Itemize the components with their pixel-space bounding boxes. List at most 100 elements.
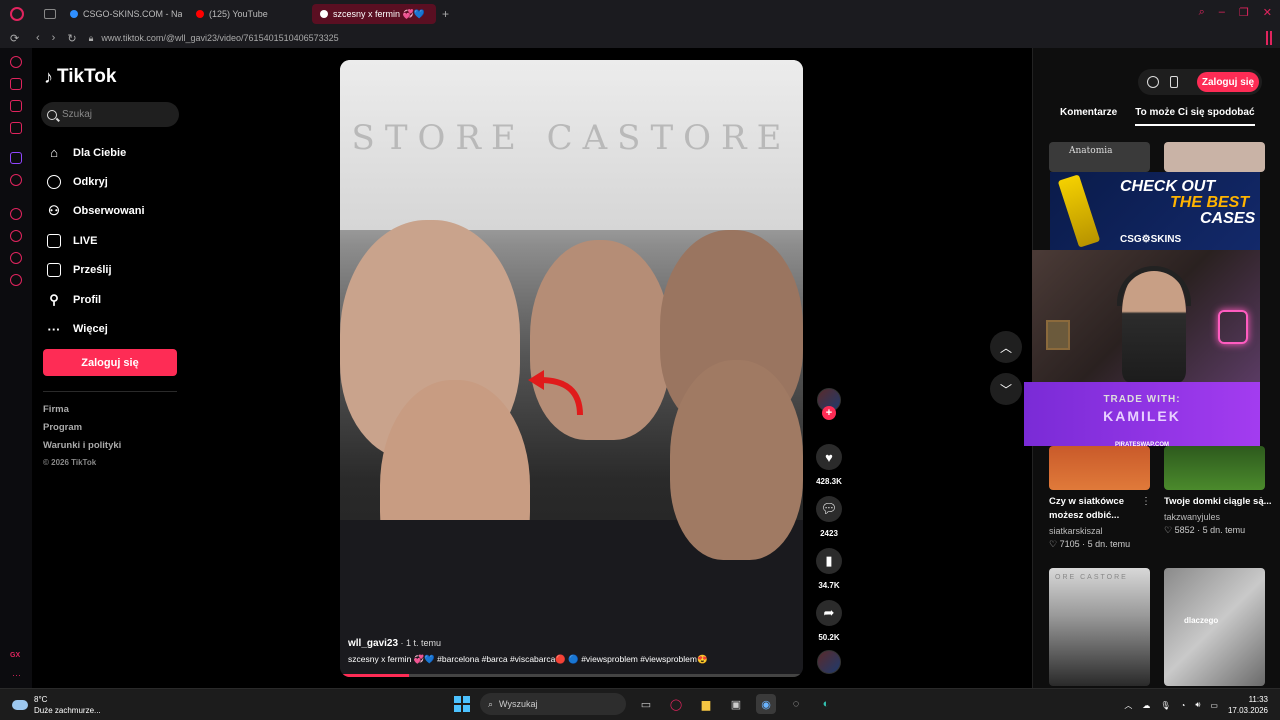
tray-chevron-icon[interactable]: ︿ xyxy=(1124,700,1132,711)
heart-outline-icon: ♡ xyxy=(1164,525,1173,535)
footer-links: Firma Program Warunki i polityki © 2026 … xyxy=(43,404,121,476)
windows-start-icon[interactable] xyxy=(454,696,470,712)
share-count: 50.2K xyxy=(818,633,840,642)
edge-icon[interactable]: ◐ xyxy=(816,694,836,714)
share-action[interactable]: ➦ 50.2K xyxy=(812,600,846,642)
opera-sidebar: GX ··· xyxy=(0,48,32,688)
sidebar-item-profil[interactable]: ⚲ Profil xyxy=(46,285,145,314)
video-author[interactable]: wll_gavi23 xyxy=(348,638,398,649)
cloud-sync-icon[interactable]: ☁ xyxy=(1142,701,1150,710)
save-count: 34.7K xyxy=(818,581,840,590)
card-menu-icon[interactable]: ⋮ xyxy=(1256,496,1266,507)
follow-plus-icon[interactable]: + xyxy=(822,406,836,420)
next-video-button[interactable]: ﹀ xyxy=(990,373,1022,405)
video-player[interactable]: STORE CASTORE wll_gavi23 · 1 t. temu szc… xyxy=(340,60,803,677)
extensions-icon[interactable] xyxy=(10,252,22,264)
comment-action[interactable]: 💬︎ 2423 xyxy=(812,496,846,538)
chevron-down-icon: ﹀ xyxy=(999,382,1012,397)
mic-icon[interactable]: 🎙︎ xyxy=(1160,701,1170,710)
tab-youtube[interactable]: (125) YouTube xyxy=(188,4,306,24)
upload-icon xyxy=(46,262,62,278)
logo-text: TikTok xyxy=(57,66,117,87)
workspaces-icon[interactable] xyxy=(44,9,56,19)
tab-csgo-skins[interactable]: CSGO-SKINS.COM - Najle xyxy=(62,4,182,24)
maximize-icon[interactable]: ❐ xyxy=(1239,6,1249,19)
reload-icon[interactable]: ↻ xyxy=(67,32,76,45)
thumbnail-volleyball[interactable] xyxy=(1049,446,1150,490)
compass-icon[interactable] xyxy=(1147,76,1159,88)
shopping-icon[interactable] xyxy=(10,78,22,90)
steam-icon[interactable]: ◉ xyxy=(756,694,776,714)
back-icon[interactable]: ‹ xyxy=(36,32,40,45)
thumbnail-portrait[interactable] xyxy=(1164,142,1265,172)
search-input[interactable]: Szukaj xyxy=(41,102,179,127)
login-button[interactable]: Zaloguj się xyxy=(43,349,177,376)
tab-tiktok-active[interactable]: szcesny x fermin 💞💙 xyxy=(312,4,436,24)
thumbnail-minecraft[interactable] xyxy=(1164,446,1265,490)
right-panel-tabs: Komentarze To może Ci się spodobać xyxy=(1060,107,1255,126)
phone-icon[interactable] xyxy=(1170,76,1178,88)
card-menu-icon[interactable]: ⋮ xyxy=(1141,496,1151,507)
url-field[interactable]: www.tiktok.com/@wll_gavi23/video/7615401… xyxy=(101,33,338,43)
thumbnail-text: dlaczego xyxy=(1184,616,1219,625)
weather-temp: 8°C xyxy=(34,695,48,704)
sidebar-item-wiecej[interactable]: ··· Więcej xyxy=(46,314,145,343)
pause-icon[interactable] xyxy=(1266,31,1272,45)
battery-icon[interactable]: ▭ xyxy=(1210,701,1218,710)
search-tabs-icon[interactable]: ⌕ xyxy=(1199,6,1205,19)
ad-kamilek: KAMILEK xyxy=(1103,408,1181,424)
action-column: + ♥ 428.3K 💬︎ 2423 ▮ 34.7K ➦ 50.2K xyxy=(812,388,846,674)
thumbnail-shoe[interactable]: dlaczego xyxy=(1164,568,1265,686)
forward-icon[interactable]: › xyxy=(52,32,56,45)
footer-link-firma[interactable]: Firma xyxy=(43,404,121,422)
store-icon[interactable]: ▣ xyxy=(726,694,746,714)
footer-link-program[interactable]: Program xyxy=(43,422,121,440)
volume-icon[interactable]: 🔊︎ xyxy=(1195,700,1200,710)
footer-link-terms[interactable]: Warunki i polityki xyxy=(43,440,121,458)
tiktok-icon xyxy=(320,10,328,18)
header-login-button[interactable]: Zaloguj się xyxy=(1197,72,1259,92)
sync-icon[interactable]: ⟳ xyxy=(10,32,19,45)
chat-app-icon[interactable]: ◌ xyxy=(786,694,806,714)
clock[interactable]: 11:33 17.03.2026 xyxy=(1228,694,1268,716)
sidebar-item-dla-ciebie[interactable]: ⌂ Dla Ciebie xyxy=(46,138,145,167)
wifi-icon[interactable]: ◔ xyxy=(1181,701,1186,710)
save-action[interactable]: ▮ 34.7K xyxy=(812,548,846,590)
player-icon[interactable] xyxy=(10,208,22,220)
music-disc-avatar[interactable] xyxy=(817,650,841,674)
music-icon[interactable] xyxy=(10,174,22,186)
previous-video-button[interactable]: ︿ xyxy=(990,331,1022,363)
task-view-icon[interactable]: ▭ xyxy=(636,694,656,714)
new-tab-icon[interactable]: + xyxy=(442,7,449,21)
thumbnail-anatomia[interactable]: Anatomia xyxy=(1049,142,1150,172)
aria-icon[interactable] xyxy=(10,56,22,68)
more-icon[interactable]: ··· xyxy=(12,670,21,680)
settings-icon[interactable] xyxy=(10,274,22,286)
gx-icon[interactable]: GX xyxy=(10,652,20,659)
card-date: 5 dn. temu xyxy=(1202,525,1246,535)
twitch-icon[interactable] xyxy=(10,152,22,164)
tab-komentarze[interactable]: Komentarze xyxy=(1060,107,1117,126)
tiktok-logo[interactable]: ♪ TikTok xyxy=(44,66,116,88)
weather-widget[interactable]: 8°C Duże zachmurze... xyxy=(12,694,101,716)
taskbar-search[interactable]: ⌕ Wyszukaj xyxy=(480,693,626,715)
thumbnail-castore[interactable]: ORE CASTORE xyxy=(1049,568,1150,686)
cloud-icon xyxy=(12,700,28,710)
video-progress-bar[interactable] xyxy=(340,674,803,677)
tab-recommended[interactable]: To może Ci się spodobać xyxy=(1135,107,1255,126)
opera-logo-icon[interactable] xyxy=(10,7,24,21)
close-icon[interactable]: ✕ xyxy=(1263,6,1272,19)
lock-icon[interactable]: 🔒︎ xyxy=(89,33,94,44)
opera-gx-icon[interactable]: ◯ xyxy=(666,694,686,714)
compass-icon xyxy=(46,174,62,190)
sidebar-item-odkryj[interactable]: Odkryj xyxy=(46,167,145,196)
messenger-icon[interactable] xyxy=(10,100,22,112)
history-icon[interactable] xyxy=(10,230,22,242)
sidebar-item-przeslij[interactable]: Prześlij xyxy=(46,256,145,285)
sidebar-item-live[interactable]: LIVE xyxy=(46,226,145,255)
like-action[interactable]: ♥ 428.3K xyxy=(812,444,846,486)
minimize-icon[interactable]: – xyxy=(1219,6,1225,19)
file-explorer-icon[interactable]: ▆ xyxy=(696,694,716,714)
sidebar-item-obserwowani[interactable]: ⚇ Obserwowani xyxy=(46,197,144,226)
mail-icon[interactable] xyxy=(10,122,22,134)
